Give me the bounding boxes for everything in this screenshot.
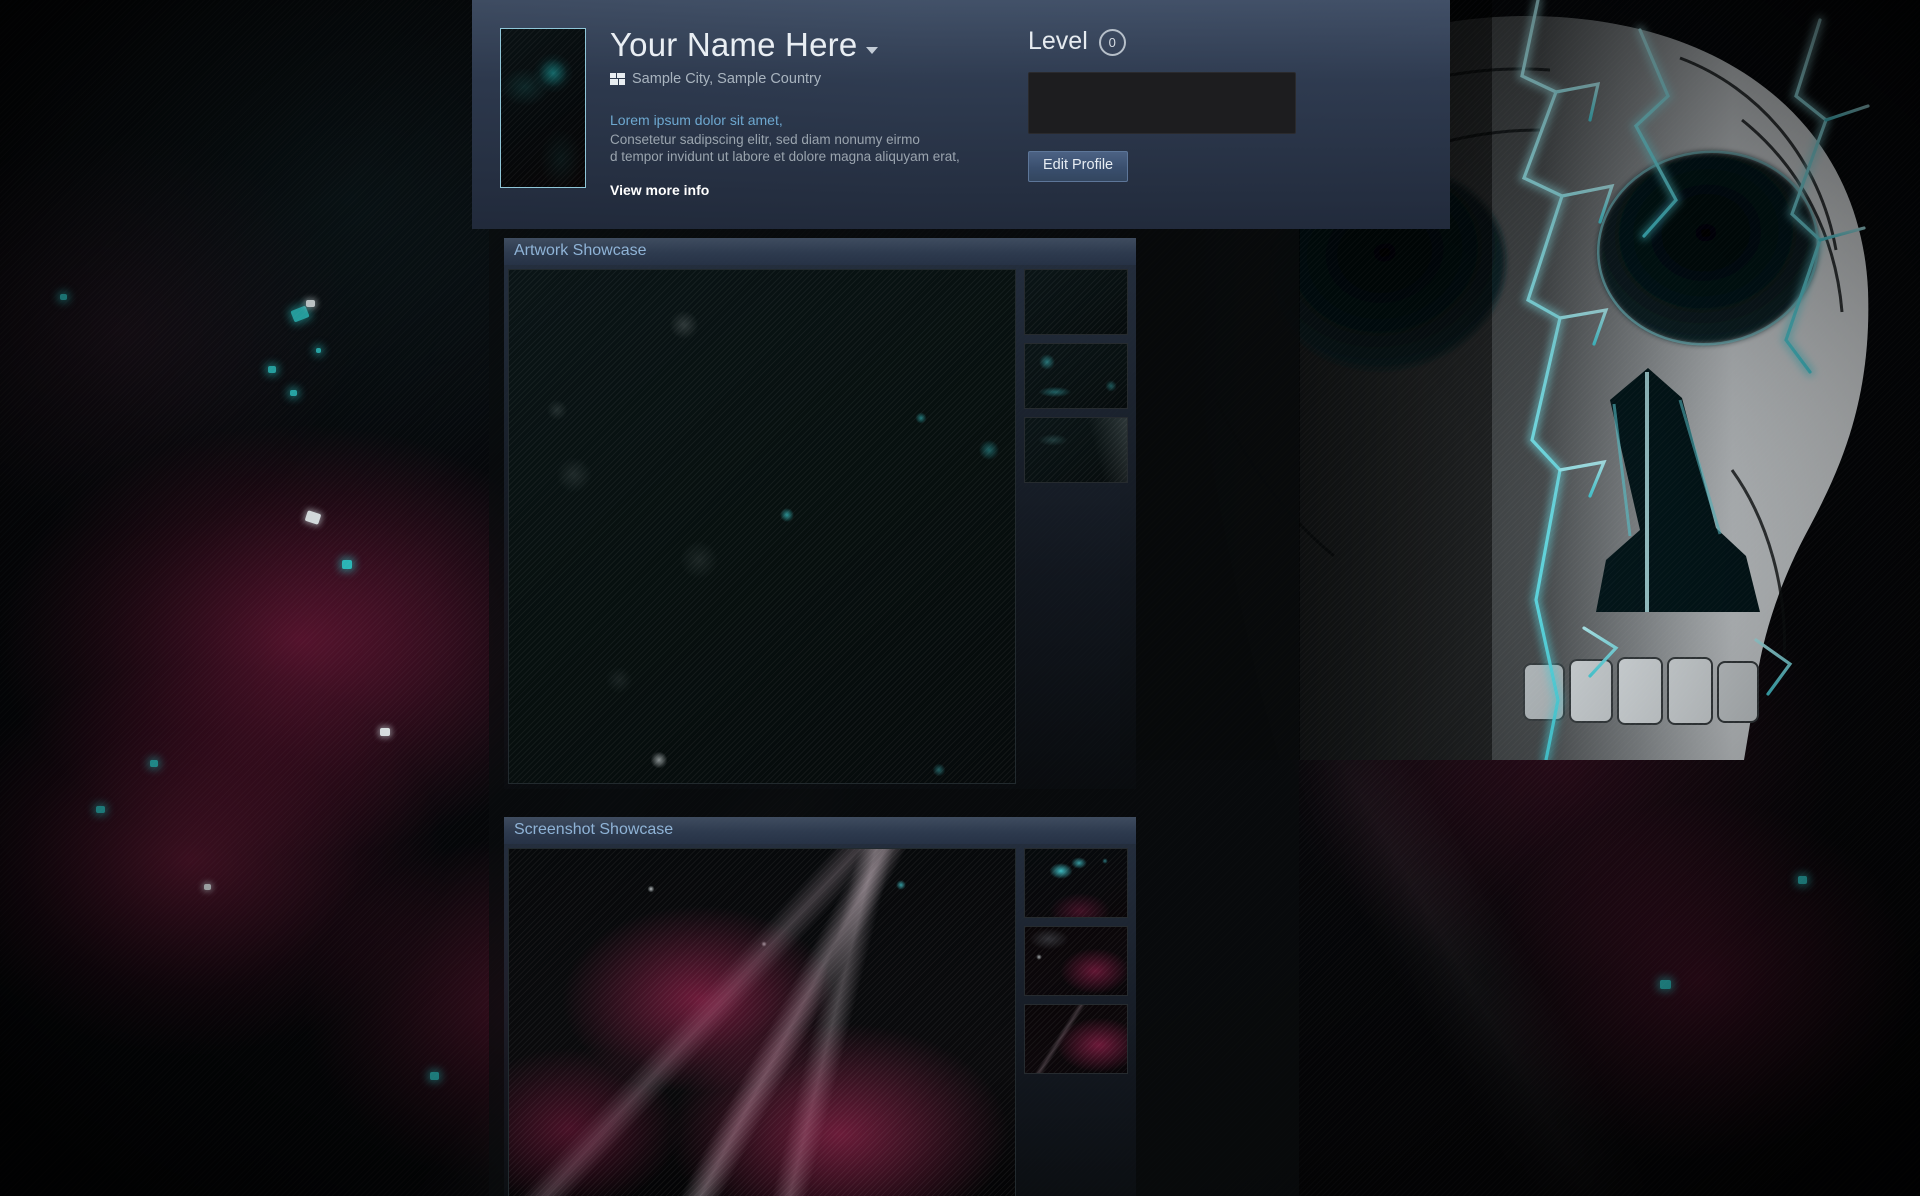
crystal-shard-icon (306, 300, 315, 307)
crystal-shard-icon (430, 1072, 439, 1080)
view-more-info-link[interactable]: View more info (610, 182, 1110, 198)
screenshot-thumbnail[interactable] (1024, 926, 1128, 996)
badge-showcase-panel[interactable] (1028, 72, 1296, 134)
artwork-thumbnail[interactable] (1024, 417, 1128, 483)
screenshot-showcase-body (504, 844, 1136, 1196)
crystal-shard-icon (268, 366, 276, 373)
screenshot-showcase: Screenshot Showcase (504, 817, 1136, 1196)
artwork-showcase: Artwork Showcase (504, 238, 1136, 789)
avatar-frame[interactable] (500, 28, 586, 188)
steam-profile-page: Your Name Here Sample City, Sample Count… (0, 0, 1920, 1196)
level-block: Level 0 Edit Profile (1028, 26, 1318, 182)
location-text: Sample City, Sample Country (632, 71, 821, 87)
artwork-showcase-title: Artwork Showcase (504, 238, 1136, 265)
crystal-shard-icon (342, 560, 352, 569)
artwork-showcase-body (504, 265, 1136, 789)
level-label: Level (1028, 27, 1088, 56)
screenshot-main-image[interactable] (508, 848, 1016, 1196)
crystal-shard-icon (96, 806, 105, 813)
level-badge: 0 (1099, 29, 1126, 56)
chevron-down-icon[interactable] (866, 47, 878, 54)
level-row[interactable]: Level 0 (1028, 26, 1318, 56)
crystal-shard-icon (290, 390, 297, 396)
artwork-thumbnail[interactable] (1024, 343, 1128, 409)
artwork-thumbnail[interactable] (1024, 269, 1128, 335)
crystal-shard-icon (316, 348, 321, 353)
crystal-shard-icon (290, 305, 309, 322)
screenshot-thumbnail[interactable] (1024, 848, 1128, 918)
artwork-thumbnail-column (1024, 269, 1128, 784)
edit-profile-button[interactable]: Edit Profile (1028, 151, 1128, 182)
profile-header-panel: Your Name Here Sample City, Sample Count… (472, 0, 1450, 229)
persona-name: Your Name Here (610, 28, 857, 63)
screenshot-thumbnail[interactable] (1024, 1004, 1128, 1074)
crystal-shard-icon (1660, 980, 1671, 989)
crystal-shard-icon (1798, 876, 1807, 884)
avatar[interactable] (500, 28, 586, 188)
screenshot-showcase-title: Screenshot Showcase (504, 817, 1136, 844)
flag-placeholder-icon (610, 73, 625, 85)
crystal-shard-icon (60, 294, 67, 300)
screenshot-thumbnail-column (1024, 848, 1128, 1196)
crystal-shard-icon (150, 760, 158, 767)
artwork-main-image[interactable] (508, 269, 1016, 784)
crystal-shard-icon (305, 510, 322, 525)
crystal-shard-icon (380, 728, 390, 736)
crystal-shard-icon (204, 884, 211, 890)
